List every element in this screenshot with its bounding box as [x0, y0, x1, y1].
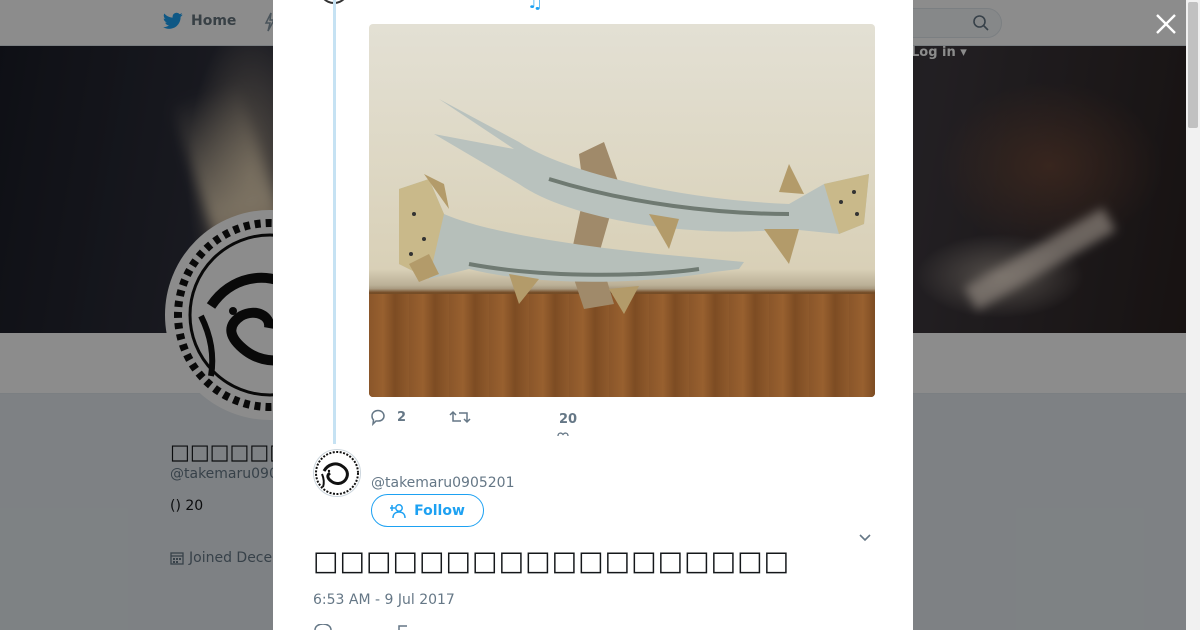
- retweet-button[interactable]: [449, 408, 471, 426]
- follow-button-label: Follow: [414, 502, 465, 519]
- reply-button[interactable]: 2: [369, 408, 406, 426]
- conversation-thread-line: [333, 0, 336, 444]
- follow-button[interactable]: Follow: [371, 494, 484, 527]
- retweet-icon: [449, 410, 471, 424]
- author-avatar-emblem: [315, 451, 359, 495]
- reply-icon: [371, 409, 385, 426]
- close-icon[interactable]: [1154, 12, 1178, 36]
- gar-fish-illustration: [399, 99, 869, 314]
- add-user-icon: [390, 503, 406, 518]
- author-handle[interactable]: @takemaru0905201: [371, 475, 515, 491]
- previous-tweet-text: ♫: [527, 0, 544, 13]
- author-avatar[interactable]: [313, 449, 361, 497]
- reply-count: 2: [397, 409, 407, 425]
- chevron-down-icon[interactable]: [857, 530, 873, 546]
- like-count[interactable]: 20: [559, 412, 577, 427]
- heart-icon[interactable]: [557, 432, 569, 437]
- tweet-modal: ♫ 2 20 @takemaru0905201 Follow □□□□□□□□□…: [273, 0, 913, 630]
- bottom-actions-peek: [314, 624, 407, 630]
- tweet-photo[interactable]: [369, 24, 875, 397]
- tweet-text: □□□□□□□□□□□□□□□□□□: [313, 546, 791, 577]
- scrollbar-thumb[interactable]: [1188, 2, 1198, 128]
- tweet-timestamp[interactable]: 6:53 AM - 9 Jul 2017: [313, 592, 455, 608]
